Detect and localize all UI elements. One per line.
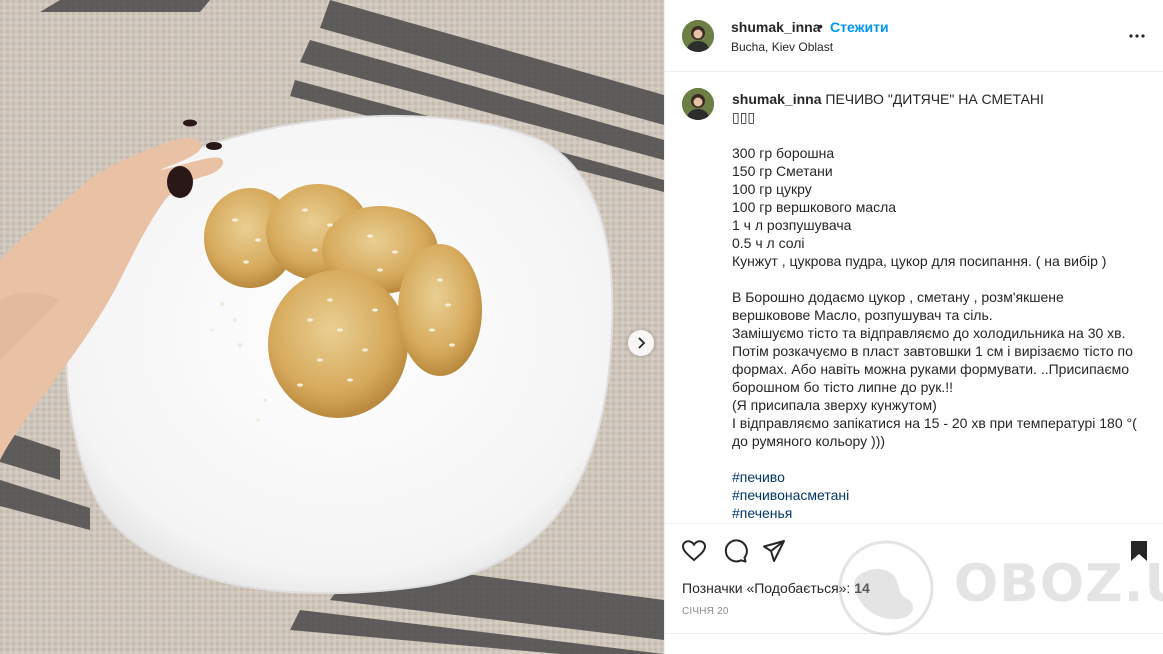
share-icon[interactable] xyxy=(761,538,787,564)
more-icon[interactable] xyxy=(1128,28,1146,44)
ingredient-line: 0.5 ч л солі xyxy=(732,235,805,251)
hashtag-link[interactable]: #печиво xyxy=(732,468,1144,486)
separator-dot: • xyxy=(818,18,823,34)
avatar[interactable] xyxy=(682,20,714,52)
instruction-line: І відправляємо запікатися на 15 - 20 хв … xyxy=(732,415,1137,449)
carousel-next-button[interactable] xyxy=(628,330,654,356)
avatar-image xyxy=(682,20,714,52)
avatar-image xyxy=(682,88,714,120)
comments-scroll-area[interactable]: shumak_inna ПЕЧИВО "ДИТЯЧЕ" НА СМЕТАНІ ▯… xyxy=(665,72,1163,523)
comment-icon[interactable] xyxy=(722,538,748,564)
watermark-text: OBOZ.UA xyxy=(954,554,1163,614)
follow-button[interactable]: Стежити xyxy=(830,19,889,35)
post-date: СІЧНЯ 20 xyxy=(682,606,729,617)
ingredient-line: 100 гр вершкового масла xyxy=(732,199,897,215)
cookies-photo xyxy=(0,0,664,654)
instruction-line: (Я присипала зверху кунжутом) xyxy=(732,397,937,413)
hashtag-link[interactable]: #печенья xyxy=(732,504,1144,522)
post-caption: shumak_inna ПЕЧИВО "ДИТЯЧЕ" НА СМЕТАНІ ▯… xyxy=(732,90,1144,522)
ingredient-line: Кунжут , цукрова пудра, цукор для посипа… xyxy=(732,253,1107,269)
post-photo xyxy=(0,0,664,654)
ingredient-line: 100 гр цукру xyxy=(732,181,812,197)
instruction-line: Замішуємо тісто та відправляємо до холод… xyxy=(732,325,1126,341)
watermark: OBOZ.UA xyxy=(836,538,1163,638)
caption-avatar[interactable] xyxy=(682,88,714,120)
globe-logo-icon xyxy=(838,540,934,636)
instruction-line: Потім розкачуємо в пласт завтовшки 1 см … xyxy=(732,343,1133,395)
likes-label: Позначки «Подобається»: xyxy=(682,580,855,596)
caption-title: ПЕЧИВО "ДИТЯЧЕ" НА СМЕТАНІ xyxy=(825,91,1044,107)
ingredient-line: 1 ч л розпушувача xyxy=(732,217,852,233)
header-username-link[interactable]: shumak_inna xyxy=(731,19,820,35)
location-link[interactable]: Bucha, Kiev Oblast xyxy=(731,40,833,54)
chevron-right-icon xyxy=(638,337,646,349)
instruction-line: В Борошно додаємо цукор , сметану , розм… xyxy=(732,289,1064,323)
ingredient-line: 300 гр борошна xyxy=(732,145,835,161)
heart-icon[interactable] xyxy=(681,538,707,564)
hashtag-link[interactable]: #печивонасметані xyxy=(732,486,1144,504)
caption-emoji-line: ▯▯▯ xyxy=(732,109,756,125)
ingredient-line: 150 гр Сметани xyxy=(732,163,833,179)
caption-username-link[interactable]: shumak_inna xyxy=(732,91,821,107)
post-header: shumak_inna • Стежити Bucha, Kiev Oblast xyxy=(665,0,1163,72)
